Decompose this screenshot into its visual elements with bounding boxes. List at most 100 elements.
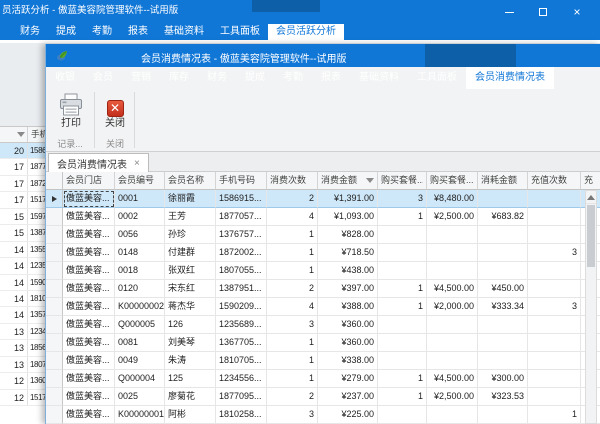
- grid-cell[interactable]: [427, 334, 478, 352]
- grid-cell[interactable]: [528, 262, 581, 280]
- grid-cell[interactable]: 3: [528, 298, 581, 316]
- grid-cell[interactable]: [478, 334, 528, 352]
- grid-cell[interactable]: [478, 190, 528, 208]
- grid-cell[interactable]: [528, 316, 581, 334]
- grid-cell[interactable]: [478, 316, 528, 334]
- grid-cell[interactable]: [427, 226, 478, 244]
- grid-cell[interactable]: 0120: [115, 280, 165, 298]
- grid-cell[interactable]: ¥2,500.00: [427, 208, 478, 226]
- grid-cell[interactable]: 1: [378, 208, 427, 226]
- app-menu-item-4[interactable]: 库存: [160, 67, 198, 89]
- bg-table-cell-phone[interactable]: 18720: [28, 176, 46, 191]
- app-menu-item-10[interactable]: 工具面板: [408, 67, 466, 89]
- grid-cell[interactable]: 傲蓝美容...: [63, 190, 115, 208]
- grid-row[interactable]: 傲蓝美容...K00000001阿彬1810258...3¥225.001: [46, 406, 600, 424]
- bg-table-cell-count[interactable]: 14: [0, 275, 28, 290]
- row-indicator-cell[interactable]: [46, 262, 63, 280]
- grid-row[interactable]: 傲蓝美容...Q0000041251234556...1¥279.001¥4,5…: [46, 370, 600, 388]
- row-indicator-cell[interactable]: [46, 226, 63, 244]
- grid-cell[interactable]: [528, 334, 581, 352]
- grid-cell[interactable]: [478, 406, 528, 424]
- row-indicator-cell[interactable]: [46, 388, 63, 406]
- maximize-button[interactable]: [526, 4, 560, 20]
- grid-cell[interactable]: 孙珍: [165, 226, 216, 244]
- grid-cell[interactable]: 1: [267, 352, 318, 370]
- grid-row[interactable]: 傲蓝美容...0120宋东红1387951...2¥397.001¥4,500.…: [46, 280, 600, 298]
- grid-cell[interactable]: 1: [267, 226, 318, 244]
- app-titlebar[interactable]: 会员消费情况表 - 傲蓝美容院管理软件--试用版: [46, 44, 600, 67]
- grid-cell[interactable]: ¥2,500.00: [427, 388, 478, 406]
- row-indicator-cell[interactable]: [46, 190, 63, 208]
- grid-cell[interactable]: K00000002: [115, 298, 165, 316]
- bg-table-cell-count[interactable]: 17: [0, 159, 28, 174]
- document-tab-close-icon[interactable]: ×: [134, 158, 140, 169]
- bg-table-cell-phone[interactable]: 18565: [28, 340, 46, 355]
- bg-table-row[interactable]: 1718720: [0, 176, 46, 192]
- grid-cell[interactable]: 张双红: [165, 262, 216, 280]
- bg-table-row[interactable]: 1215179: [0, 390, 46, 406]
- minimize-button[interactable]: [492, 4, 526, 20]
- grid-cell[interactable]: 廖菊花: [165, 388, 216, 406]
- bg-table-cell-count[interactable]: 15: [0, 225, 28, 240]
- grid-cell[interactable]: 傲蓝美容...: [63, 208, 115, 226]
- grid-cell[interactable]: 126: [165, 316, 216, 334]
- bg-table-cell-count[interactable]: 15: [0, 209, 28, 224]
- bg-table-cell-count[interactable]: 13: [0, 357, 28, 372]
- bg-menu-item-1[interactable]: 财务: [12, 24, 48, 40]
- grid-cell[interactable]: 傲蓝美容...: [63, 244, 115, 262]
- grid-cell[interactable]: K00000001: [115, 406, 165, 424]
- grid-header-cell[interactable]: 消耗金额: [478, 172, 528, 190]
- grid-cell[interactable]: 傲蓝美容...: [63, 406, 115, 424]
- grid-cell[interactable]: 0002: [115, 208, 165, 226]
- grid-cell[interactable]: 徐丽霞: [165, 190, 216, 208]
- grid-cell[interactable]: 1807055...: [216, 262, 267, 280]
- bg-window-titlebar[interactable]: 员活跃分析 - 傲蓝美容院管理软件--试用版 × 财务提成考勤报表基础资料工具面…: [0, 0, 600, 40]
- bg-table-cell-count[interactable]: 13: [0, 340, 28, 355]
- grid-header-cell[interactable]: 会员名称: [165, 172, 216, 190]
- grid-cell[interactable]: [427, 316, 478, 334]
- bg-table-row[interactable]: 1515975: [0, 209, 46, 225]
- bg-table-cell-phone[interactable]: 12356: [28, 258, 46, 273]
- grid-cell[interactable]: ¥1,391.00: [318, 190, 378, 208]
- grid-cell[interactable]: 0025: [115, 388, 165, 406]
- grid-cell[interactable]: 4: [267, 298, 318, 316]
- grid-cell[interactable]: [478, 244, 528, 262]
- row-indicator-cell[interactable]: [46, 334, 63, 352]
- grid-cell[interactable]: 蒋杰华: [165, 298, 216, 316]
- grid-cell[interactable]: ¥323.53: [478, 388, 528, 406]
- grid-cell[interactable]: ¥388.00: [318, 298, 378, 316]
- bg-table-header[interactable]: 手机: [0, 127, 46, 143]
- grid-cell[interactable]: [528, 370, 581, 388]
- grid-cell[interactable]: 傲蓝美容...: [63, 316, 115, 334]
- bg-table-cell-count[interactable]: 12: [0, 390, 28, 405]
- grid-cell[interactable]: 0081: [115, 334, 165, 352]
- grid-cell[interactable]: ¥1,093.00: [318, 208, 378, 226]
- grid-row[interactable]: 傲蓝美容...0001徐丽霞1586915...2¥1,391.003¥8,48…: [46, 190, 600, 208]
- row-indicator-cell[interactable]: [46, 406, 63, 424]
- grid-cell[interactable]: 4: [267, 208, 318, 226]
- grid-cell[interactable]: [528, 226, 581, 244]
- grid-cell[interactable]: ¥4,500.00: [427, 280, 478, 298]
- app-active-tab[interactable]: 会员消费情况表: [466, 67, 554, 89]
- grid-cell[interactable]: [378, 226, 427, 244]
- grid-cell[interactable]: [378, 352, 427, 370]
- grid-cell[interactable]: 1: [378, 280, 427, 298]
- bg-table-row[interactable]: 2015869: [0, 143, 46, 159]
- document-tab[interactable]: 会员消费情况表 ×: [48, 153, 149, 172]
- grid-cell[interactable]: 1810258...: [216, 406, 267, 424]
- bg-count-column-header[interactable]: [0, 127, 28, 142]
- grid-cell[interactable]: 1: [267, 244, 318, 262]
- bg-table-cell-count[interactable]: 14: [0, 291, 28, 306]
- bg-table-row[interactable]: 1418102: [0, 291, 46, 307]
- grid-cell[interactable]: 3: [267, 406, 318, 424]
- grid-cell[interactable]: 3: [267, 316, 318, 334]
- app-menu-item-7[interactable]: 考勤: [274, 67, 312, 89]
- grid-cell[interactable]: 朱涛: [165, 352, 216, 370]
- grid-cell[interactable]: [528, 280, 581, 298]
- grid-cell[interactable]: 1: [378, 298, 427, 316]
- grid-cell[interactable]: ¥2,000.00: [427, 298, 478, 316]
- close-tab-button[interactable]: ✕ 关闭: [98, 91, 132, 133]
- grid-cell[interactable]: 1: [267, 370, 318, 388]
- bg-table-cell-phone[interactable]: 13600: [28, 373, 46, 388]
- grid-cell[interactable]: ¥8,480.00: [427, 190, 478, 208]
